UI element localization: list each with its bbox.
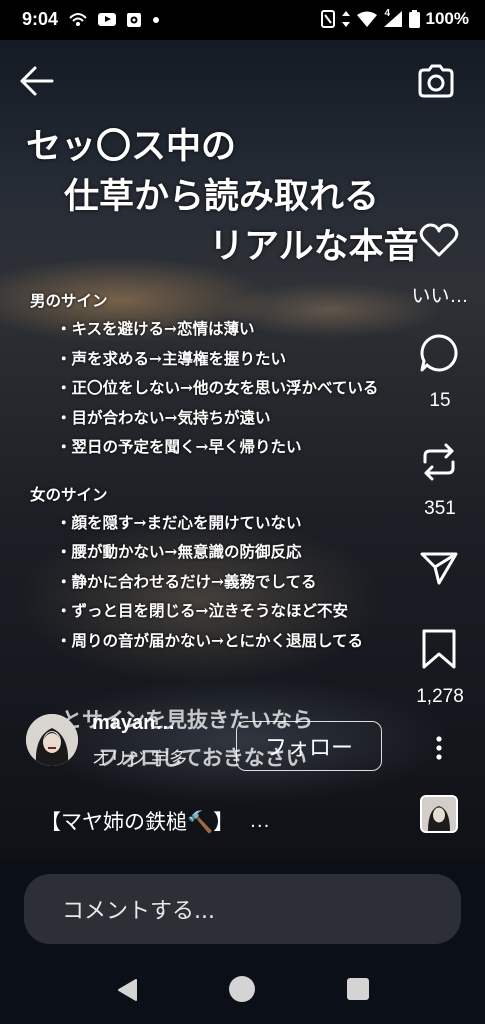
- system-nav-bar: [0, 960, 485, 1024]
- sign-item: ・顔を隠す→まだ心を開けていない: [56, 512, 302, 532]
- nav-back-button[interactable]: [116, 978, 140, 1006]
- audio-thumbnail[interactable]: [420, 795, 458, 833]
- back-arrow-icon: [20, 66, 54, 96]
- save-button[interactable]: [419, 628, 459, 670]
- settings-notification-icon: [126, 12, 142, 28]
- avatar[interactable]: [26, 714, 78, 766]
- female-signs-heading: 女のサイン: [30, 484, 108, 504]
- sign-item: ・キスを避ける→恋情は薄い: [56, 319, 255, 338]
- like-button[interactable]: [419, 222, 459, 258]
- comment-input[interactable]: コメントする...: [24, 874, 461, 944]
- repost-icon: [423, 443, 455, 481]
- overlay-title-line: セッ〇ス中の: [26, 126, 237, 167]
- youtube-icon: [98, 13, 117, 26]
- status-time: 9:04: [22, 9, 59, 29]
- male-signs-heading: 男のサイン: [30, 291, 108, 310]
- nav-home-button[interactable]: [229, 976, 255, 1002]
- more-options-button[interactable]: [419, 735, 459, 761]
- sign-item: ・目が合わない→気持ちが遠い: [56, 407, 271, 427]
- sign-item: ・ずっと目を閉じる→泣きそうなほど不安: [56, 601, 348, 620]
- sign-item: ・腰が動かない→無意識の防御反応: [56, 542, 302, 561]
- caption-more[interactable]: ...: [250, 811, 270, 832]
- profile-photo: [26, 714, 78, 766]
- audio-cover-image: [422, 797, 456, 831]
- wifi-calling-icon: [68, 12, 88, 28]
- sign-item: ・正〇位をしない→他の女を思い浮かべている: [56, 378, 379, 397]
- nav-back-icon: [118, 979, 137, 1001]
- comment-button[interactable]: [419, 333, 459, 373]
- like-label: いい…: [411, 286, 469, 307]
- nav-recents-button[interactable]: [347, 978, 369, 1000]
- username[interactable]: mayan…: [92, 712, 175, 735]
- comment-count: 15: [429, 390, 451, 411]
- bookmark-icon: [422, 629, 456, 669]
- comment-icon: [420, 334, 458, 372]
- notification-dot-icon: [152, 16, 160, 24]
- post-caption-text: 【マヤ姉の鉄槌🔨】: [40, 810, 235, 834]
- heart-icon: [419, 223, 459, 257]
- save-count: 1,278: [416, 686, 464, 707]
- reel-screen: 9:04 4 100% セッ〇ス中の 仕草から読み取れる リアルな本音 男のサイ…: [0, 0, 485, 1024]
- sign-item: ・周りの音が届かない→とにかく退屈してる: [56, 630, 364, 650]
- repost-count: 351: [424, 498, 456, 519]
- more-vertical-icon: [436, 736, 442, 760]
- follow-button[interactable]: フォロー: [236, 721, 382, 771]
- share-button[interactable]: [419, 550, 459, 586]
- comment-bar: コメントする...: [0, 860, 485, 960]
- sign-item: ・翌日の予定を聞く→早く帰りたい: [56, 437, 302, 456]
- signs-list: 男のサイン ・キスを避ける→恋情は薄い ・声を求める→主導権を握りたい ・正〇位…: [30, 288, 378, 655]
- data-arrows-icon: [341, 10, 351, 28]
- nfc-icon: [320, 10, 335, 28]
- sign-item: ・静かに合わせるだけ→義務でしてる: [56, 571, 317, 591]
- action-rail: いい… 15 351 1,278: [385, 0, 485, 860]
- overlay-title-line: リアルな本音: [209, 226, 419, 267]
- wifi-icon: [356, 11, 377, 27]
- sign-item: ・声を求める→主導権を握りたい: [56, 348, 286, 368]
- overlay-title: セッ〇ス中の 仕草から読み取れる リアルな本音: [26, 122, 419, 272]
- post-caption[interactable]: 【マヤ姉の鉄槌🔨】 ...: [40, 806, 270, 836]
- send-icon: [420, 552, 458, 585]
- overlay-title-line: 仕草から読み取れる: [64, 176, 380, 217]
- back-button[interactable]: [18, 64, 56, 98]
- repost-button[interactable]: [419, 442, 459, 482]
- audio-label[interactable]: オリジ 宇多: [92, 745, 187, 771]
